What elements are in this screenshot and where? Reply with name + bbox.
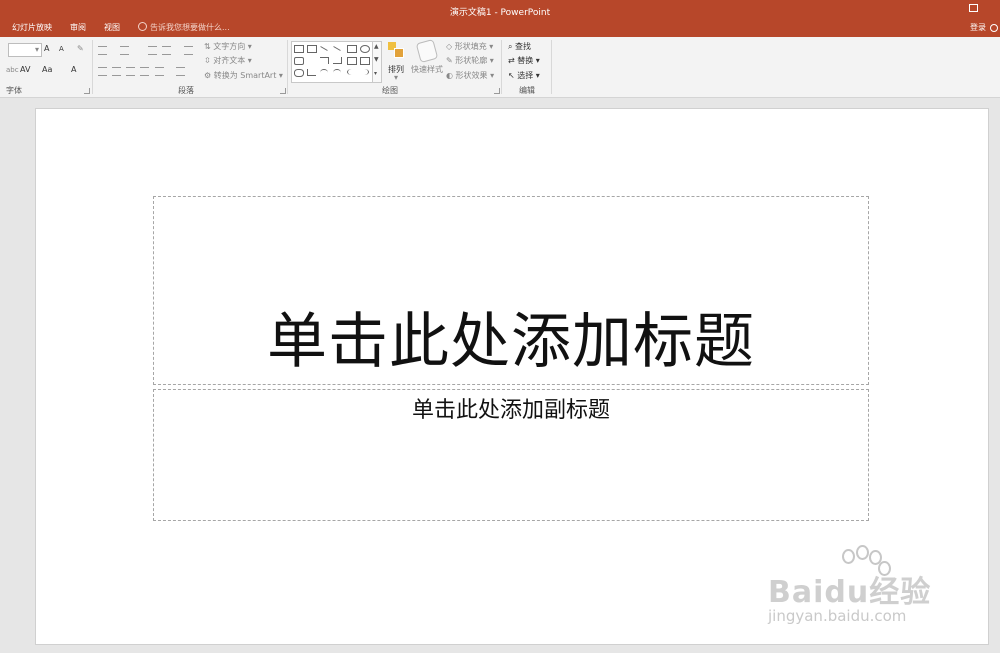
line-shape-icon[interactable] [320, 46, 328, 51]
title-placeholder[interactable]: 单击此处添加标题 [153, 196, 869, 385]
freeform-shape-icon[interactable] [294, 69, 304, 77]
group-separator [551, 40, 552, 94]
find-label: 查找 [515, 42, 532, 51]
baidu-watermark: Baidu经验 jingyan.baidu.com [760, 545, 960, 635]
columns-icon[interactable] [176, 67, 185, 76]
shape-outline-button[interactable]: ✎ 形状轮廓 ▾ [446, 55, 494, 66]
convert-smartart-label: 转换为 SmartArt [213, 71, 277, 80]
arrange-front-square [394, 48, 404, 58]
arrow-line-shape-icon[interactable] [333, 46, 341, 51]
ribbon: ▾ A A ✎ abc AV Aa A 字体 ⇅ 文字方向 ▾ ⇳ 对齐文本 ▾… [0, 37, 1000, 98]
font-color-button[interactable]: A [71, 65, 76, 74]
tab-review[interactable]: 审阅 [70, 22, 86, 33]
watermark-brand: Baidu经验 [768, 575, 932, 610]
change-case-button[interactable]: Aa [42, 65, 52, 74]
align-left-icon[interactable] [98, 67, 107, 76]
subtitle-placeholder-text: 单击此处添加副标题 [411, 398, 610, 423]
shapes-gallery-scrollbar[interactable]: ▲ ▼ ▾ [372, 41, 382, 83]
paw-toe-icon [856, 545, 869, 560]
line-spacing-icon[interactable] [184, 46, 193, 55]
text-direction-button[interactable]: ⇅ 文字方向 ▾ [204, 41, 252, 52]
window-title: 演示文稿1 - PowerPoint [449, 8, 551, 18]
scroll-up-icon[interactable]: ▲ [374, 43, 379, 50]
watermark-url: jingyan.baidu.com [768, 607, 907, 625]
distribute-icon[interactable] [155, 67, 164, 76]
right-brace-shape-icon[interactable] [360, 69, 369, 75]
group-label-font: 字体 [6, 86, 22, 95]
rounded-rect-shape-icon[interactable] [294, 57, 304, 65]
drawing-dialog-launcher-icon[interactable] [494, 88, 500, 94]
lightbulb-icon [138, 22, 147, 31]
paragraph-dialog-launcher-icon[interactable] [280, 88, 286, 94]
scroll-down-icon[interactable]: ▼ [374, 56, 379, 63]
shape-effects-button[interactable]: ◐ 形状效果 ▾ [446, 70, 494, 81]
bullets-icon[interactable] [98, 46, 107, 55]
shrink-font-button[interactable]: A [59, 45, 64, 53]
curved-connector-shape-icon[interactable] [333, 57, 342, 64]
group-separator [501, 40, 502, 94]
gallery-more-icon[interactable]: ▾ [374, 70, 377, 77]
numbering-icon[interactable] [120, 46, 129, 55]
tell-me-box[interactable]: 告诉我您想要做什么... [138, 22, 230, 33]
elbow-connector-shape-icon[interactable] [320, 57, 329, 64]
share-person-icon[interactable] [990, 24, 998, 32]
align-text-label: 对齐文本 [213, 56, 246, 65]
font-size-dropdown-icon[interactable]: ▾ [35, 45, 39, 54]
arc-shape-icon[interactable] [320, 69, 328, 76]
paw-toe-icon [842, 549, 855, 564]
decrease-indent-icon[interactable] [148, 46, 157, 55]
textbox-shape-icon[interactable] [294, 45, 304, 53]
vertical-textbox-shape-icon[interactable] [307, 45, 317, 53]
font-dialog-launcher-icon[interactable] [84, 88, 90, 94]
text-direction-label: 文字方向 [213, 42, 246, 51]
left-brace-shape-icon[interactable] [347, 69, 356, 75]
tab-slideshow[interactable]: 幻灯片放映 [12, 22, 52, 33]
group-label-editing: 编辑 [519, 86, 535, 95]
group-separator [92, 40, 93, 94]
replace-label: 替换 [517, 56, 534, 65]
align-center-icon[interactable] [112, 67, 121, 76]
increase-indent-icon[interactable] [162, 46, 171, 55]
select-button[interactable]: ↖ 选择 ▾ [508, 70, 540, 81]
login-button[interactable]: 登录 [970, 22, 986, 33]
title-bar: 演示文稿1 - PowerPoint 幻灯片放映 审阅 视图 告诉我您想要做什么… [0, 0, 1000, 37]
shape-outline-label: 形状轮廓 [455, 56, 488, 65]
group-separator [287, 40, 288, 94]
shapes-gallery[interactable] [291, 41, 373, 83]
group-label-drawing: 绘图 [382, 86, 398, 95]
shape-fill-button[interactable]: ◇ 形状填充 ▾ [446, 41, 493, 52]
find-button[interactable]: ⌕ 查找 [508, 41, 531, 52]
convert-smartart-button[interactable]: ⚙ 转换为 SmartArt ▾ [204, 70, 283, 81]
char-spacing-button[interactable]: AV [20, 65, 30, 74]
align-right-icon[interactable] [126, 67, 135, 76]
right-arrow-shape-icon[interactable] [347, 57, 357, 65]
shape-fill-label: 形状填充 [454, 42, 487, 51]
title-placeholder-text: 单击此处添加标题 [267, 307, 755, 377]
tab-view[interactable]: 视图 [104, 22, 120, 33]
clear-format-icon[interactable]: ✎ [77, 44, 84, 53]
curve-shape-icon[interactable] [333, 69, 341, 76]
shape-effects-label: 形状效果 [455, 71, 488, 80]
group-label-paragraph: 段落 [178, 86, 194, 95]
subtitle-placeholder[interactable]: 单击此处添加副标题 [153, 389, 869, 521]
arrange-dropdown-icon[interactable]: ▾ [394, 73, 398, 82]
justify-icon[interactable] [140, 67, 149, 76]
select-label: 选择 [517, 71, 534, 80]
grow-font-button[interactable]: A [44, 44, 49, 53]
strikethrough-button[interactable]: abc [6, 66, 19, 74]
quick-styles-button[interactable]: 快速样式 [411, 64, 443, 75]
rectangle-shape-icon[interactable] [347, 45, 357, 53]
triangle-shape-icon[interactable] [307, 57, 315, 63]
oval-shape-icon[interactable] [360, 45, 370, 53]
align-text-button[interactable]: ⇳ 对齐文本 ▾ [204, 55, 252, 66]
down-arrow-shape-icon[interactable] [360, 57, 370, 65]
tell-me-text: 告诉我您想要做什么... [150, 23, 230, 32]
arrange-icon[interactable] [388, 42, 404, 58]
lightning-shape-icon[interactable] [307, 69, 316, 76]
ribbon-display-options-icon[interactable] [969, 4, 978, 12]
replace-button[interactable]: ⇄ 替换 ▾ [508, 55, 540, 66]
quick-styles-icon[interactable] [415, 39, 439, 63]
